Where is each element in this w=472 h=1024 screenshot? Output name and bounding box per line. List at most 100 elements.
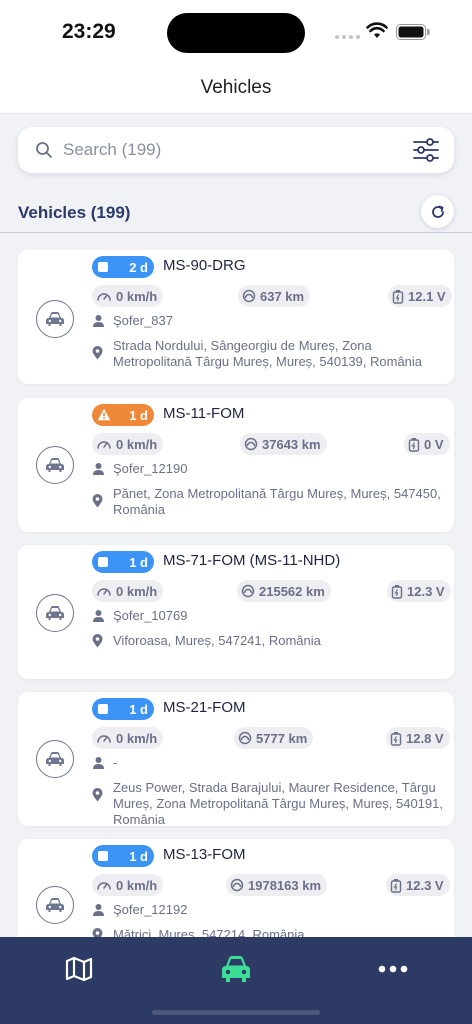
distance-value: 215562 km: [259, 583, 325, 599]
driver-name: Şofer_12190: [113, 461, 188, 476]
badge-label: 1 d: [129, 702, 148, 717]
speedometer-icon: [97, 882, 111, 890]
speedometer-icon: [97, 588, 111, 596]
status-badge: 1 d: [92, 698, 154, 720]
vehicle-avatar: [36, 446, 74, 484]
address-row: Zeus Power, Strada Barajului, Maurer Res…: [92, 780, 453, 828]
section-divider: [0, 232, 472, 233]
badge-label: 1 d: [129, 849, 148, 864]
vehicle-icon: [46, 458, 64, 472]
nav-item-more[interactable]: [373, 953, 413, 985]
status-badge: 1 d: [92, 404, 154, 426]
home-indicator: [152, 1010, 320, 1015]
vehicle-plate: MS-11-FOM: [163, 405, 245, 422]
speedometer-icon: [97, 293, 111, 301]
speed-pill: 0 km/h: [92, 285, 164, 307]
warning-icon: [97, 408, 111, 421]
badge-label: 2 d: [129, 260, 148, 275]
voltage-pill: 12.8 V: [386, 727, 450, 749]
filter-icon[interactable]: [412, 136, 440, 164]
vehicle-avatar: [36, 886, 74, 924]
location-pin-icon: [92, 634, 103, 648]
driver-row: -: [92, 755, 453, 773]
odometer-icon: [244, 437, 258, 451]
vehicle-card[interactable]: 2 d MS-90-DRG 0 km/h 637 km 12.1 V Şofer_837 S…: [18, 250, 454, 384]
voltage-value: 12.8 V: [406, 730, 444, 746]
status-badge: 1 d: [92, 551, 154, 573]
search-box[interactable]: [18, 127, 454, 173]
address-text: Viforoasa, Mureș, 547241, România: [113, 633, 321, 648]
driver-name: Şofer_837: [113, 313, 173, 328]
vehicle-icon: [46, 898, 64, 912]
driver-row: Şofer_12192: [92, 902, 453, 920]
vehicle-plate: MS-71-FOM (MS-11-NHD): [163, 552, 341, 569]
vehicle-card[interactable]: 1 d MS-11-FOM 0 km/h 37643 km 0 V Şofer_12190…: [18, 398, 454, 532]
battery-level-icon: [391, 584, 403, 599]
driver-icon: [93, 463, 104, 475]
vehicle-icon: [46, 752, 64, 766]
speed-value: 0 km/h: [116, 436, 158, 452]
driver-name: Şofer_12192: [113, 902, 188, 917]
address-row: Pănet, Zona Metropolitană Târgu Mureș, M…: [92, 486, 453, 518]
voltage-value: 12.3 V: [407, 583, 445, 599]
address-row: Viforoasa, Mureș, 547241, România: [92, 633, 453, 652]
distance-value: 5777 km: [256, 730, 308, 746]
status-bar: 23:29: [0, 0, 472, 62]
status-time: 23:29: [62, 20, 116, 43]
address-text: Zeus Power, Strada Barajului, Maurer Res…: [113, 780, 443, 827]
distance-value: 37643 km: [262, 436, 321, 452]
vehicle-icon: [46, 606, 64, 620]
vehicle-plate: MS-90-DRG: [163, 257, 246, 274]
driver-icon: [93, 610, 104, 622]
dynamic-island: [167, 13, 305, 53]
vehicle-avatar: [36, 740, 74, 778]
status-square-icon: [98, 704, 108, 714]
badge-label: 1 d: [129, 555, 148, 570]
address-row: Strada Nordului, Sângeorgiu de Mureș, Zo…: [92, 338, 453, 370]
voltage-value: 12.1 V: [408, 288, 446, 304]
more-icon: [378, 965, 408, 973]
location-pin-icon: [92, 494, 103, 508]
battery-level-icon: [392, 289, 404, 304]
bottom-nav: [0, 937, 472, 1024]
refresh-button[interactable]: [421, 195, 454, 228]
speed-value: 0 km/h: [116, 877, 158, 893]
vehicle-icon: [46, 312, 64, 326]
speed-value: 0 km/h: [116, 730, 158, 746]
driver-name: -: [113, 755, 118, 770]
status-square-icon: [98, 851, 108, 861]
badge-label: 1 d: [129, 408, 148, 423]
address-text: Strada Nordului, Sângeorgiu de Mureș, Zo…: [113, 338, 423, 369]
speedometer-icon: [97, 441, 111, 449]
driver-row: Şofer_12190: [92, 461, 453, 479]
distance-pill: 37643 km: [240, 433, 327, 455]
odometer-icon: [242, 289, 256, 303]
vehicle-card[interactable]: 1 d MS-21-FOM 0 km/h 5777 km 12.8 V - Zeus Pow…: [18, 692, 454, 828]
driver-row: Şofer_10769: [92, 608, 453, 626]
status-square-icon: [98, 262, 108, 272]
voltage-value: 12.3 V: [406, 877, 444, 893]
voltage-pill: 12.3 V: [386, 874, 450, 896]
distance-pill: 1978163 km: [226, 874, 328, 896]
status-badge: 2 d: [92, 256, 154, 278]
wifi-icon: [366, 22, 388, 38]
driver-name: Şofer_10769: [113, 608, 188, 623]
nav-item-vehicles[interactable]: [216, 953, 256, 985]
distance-value: 1978163 km: [248, 877, 322, 893]
search-input[interactable]: [63, 137, 393, 163]
odometer-icon: [238, 731, 252, 745]
speedometer-icon: [97, 735, 111, 743]
distance-pill: 5777 km: [234, 727, 314, 749]
distance-pill: 215562 km: [237, 580, 331, 602]
nav-item-map[interactable]: [59, 953, 99, 985]
page-title: Vehicles: [200, 76, 272, 98]
vehicle-card[interactable]: 1 d MS-71-FOM (MS-11-NHD) 0 km/h 215562 km 1…: [18, 545, 454, 679]
speed-pill: 0 km/h: [92, 580, 164, 602]
refresh-icon: [431, 205, 444, 218]
speed-pill: 0 km/h: [92, 874, 164, 896]
voltage-value: 0 V: [424, 436, 444, 452]
odometer-icon: [241, 584, 255, 598]
status-badge: 1 d: [92, 845, 154, 867]
speed-pill: 0 km/h: [92, 727, 164, 749]
battery-icon: [396, 24, 430, 40]
